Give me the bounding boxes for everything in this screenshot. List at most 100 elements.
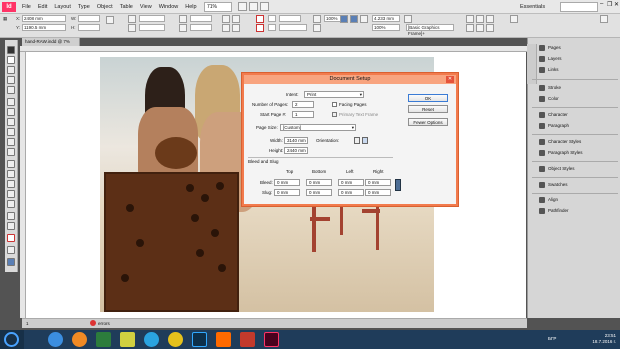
reset-button[interactable]: Reset: [408, 105, 448, 113]
formatting-icon[interactable]: [7, 246, 15, 254]
select-container-icon[interactable]: [222, 24, 230, 32]
line-tool-icon[interactable]: [7, 108, 15, 116]
text-wrap-icon[interactable]: [340, 15, 348, 23]
facing-pages-checkbox[interactable]: [332, 102, 337, 107]
bleed-right-field[interactable]: 0 mm: [365, 179, 391, 186]
free-transform-tool-icon[interactable]: [7, 170, 15, 178]
screen-mode-icon[interactable]: [238, 2, 247, 11]
corner-percent-field[interactable]: 100%: [372, 24, 400, 31]
pdf-icon[interactable]: [240, 332, 255, 347]
fill-swatch-icon[interactable]: [256, 15, 264, 23]
rectangle-frame-tool-icon[interactable]: [7, 138, 15, 146]
panel-color[interactable]: Color: [539, 95, 619, 103]
restore-icon[interactable]: ❐: [607, 1, 612, 11]
y-field[interactable]: 1190.5 mm: [22, 24, 66, 31]
menu-type[interactable]: Type: [78, 0, 90, 14]
pencil-tool-icon[interactable]: [7, 128, 15, 136]
panel-object-styles[interactable]: Object Styles: [539, 165, 619, 173]
corner-shape-icon[interactable]: [404, 15, 412, 23]
ie-icon[interactable]: [48, 332, 63, 347]
panel-swatches[interactable]: Swatches: [539, 181, 619, 189]
w-field[interactable]: [78, 15, 100, 22]
scale-x-field[interactable]: [139, 15, 165, 22]
pen-tool-icon[interactable]: [7, 118, 15, 126]
excel-icon[interactable]: [96, 332, 111, 347]
shear-field[interactable]: [190, 24, 212, 31]
constrain-proportions-icon[interactable]: [106, 16, 114, 24]
fitting-frame-icon[interactable]: [476, 24, 484, 32]
screen-mode-tool-icon[interactable]: [7, 258, 15, 266]
zoom-tool-icon[interactable]: [7, 222, 15, 230]
bleed-bottom-field[interactable]: 0 mm: [306, 179, 332, 186]
stroke-dropdown[interactable]: [268, 24, 276, 31]
shear-icon[interactable]: [179, 24, 187, 32]
note-tool-icon[interactable]: [7, 190, 15, 198]
menu-view[interactable]: View: [140, 0, 152, 14]
menu-file[interactable]: File: [22, 0, 31, 14]
zoom-select[interactable]: 71%: [204, 2, 232, 12]
fitting-fit-icon[interactable]: [476, 15, 484, 23]
windows-logo-icon[interactable]: [4, 332, 19, 347]
hand-tool-icon[interactable]: [7, 212, 15, 220]
panel-pages[interactable]: Pages: [539, 44, 619, 52]
close-icon[interactable]: ✕: [614, 1, 619, 11]
flip-vertical-icon[interactable]: [232, 15, 240, 23]
height-field[interactable]: 2440 mm: [284, 147, 308, 154]
preflight-status[interactable]: errors: [98, 321, 110, 326]
bleed-left-field[interactable]: 0 mm: [338, 179, 364, 186]
scale-x-icon[interactable]: [128, 15, 136, 23]
page-number[interactable]: 1: [26, 321, 29, 326]
dialog-close-icon[interactable]: ✕: [446, 76, 454, 83]
file-explorer-icon[interactable]: [120, 332, 135, 347]
minimize-icon[interactable]: –: [600, 1, 605, 11]
fitting-proportion-icon[interactable]: [486, 24, 494, 32]
menu-edit[interactable]: Edit: [38, 0, 47, 14]
skype-icon[interactable]: [144, 332, 159, 347]
menu-window[interactable]: Window: [159, 0, 179, 14]
bleed-top-field[interactable]: 0 mm: [274, 179, 300, 186]
wrap-bounding-icon[interactable]: [350, 15, 358, 23]
pages-field[interactable]: 2: [292, 101, 314, 108]
portrait-icon[interactable]: [354, 137, 360, 144]
content-collector-icon[interactable]: [7, 86, 15, 94]
panel-align[interactable]: Align: [539, 196, 619, 204]
stroke-type-select[interactable]: [279, 24, 307, 31]
media-player-icon[interactable]: [216, 332, 231, 347]
stroke-swatch-icon[interactable]: [256, 24, 264, 32]
menu-help[interactable]: Help: [185, 0, 196, 14]
language-indicator[interactable]: БГР: [548, 336, 556, 341]
indesign-taskbar-icon[interactable]: [264, 332, 279, 347]
object-style-select[interactable]: [Basic Graphics Frame]+: [406, 24, 454, 36]
panel-paragraph-styles[interactable]: Paragraph Styles: [539, 149, 619, 157]
panel-paragraph[interactable]: Paragraph: [539, 122, 619, 130]
gap-tool-icon[interactable]: [7, 76, 15, 84]
panel-pathfinder[interactable]: Pathfinder: [539, 207, 619, 215]
fitting-center-icon[interactable]: [486, 15, 494, 23]
panel-stroke[interactable]: Stroke: [539, 84, 619, 92]
stroke-weight-field[interactable]: [279, 15, 301, 22]
flip-horizontal-icon[interactable]: [222, 15, 230, 23]
drop-shadow-icon[interactable]: [313, 24, 321, 32]
chain-link-icon[interactable]: [395, 179, 401, 191]
panel-links[interactable]: Links: [539, 66, 619, 74]
primary-text-frame-checkbox[interactable]: [332, 112, 337, 117]
selection-tool-icon[interactable]: [7, 46, 15, 54]
photoshop-icon[interactable]: [192, 332, 207, 347]
h-field[interactable]: [78, 24, 100, 31]
slug-top-field[interactable]: 0 mm: [274, 189, 300, 196]
preflight-error-icon[interactable]: [90, 320, 96, 326]
firefox-icon[interactable]: [72, 332, 87, 347]
gradient-tool-icon[interactable]: [7, 180, 15, 188]
eyedropper-tool-icon[interactable]: [7, 200, 15, 208]
slug-left-field[interactable]: 0 mm: [338, 189, 364, 196]
fill-stroke-icon[interactable]: [7, 234, 15, 242]
panel-menu-icon[interactable]: [600, 15, 608, 23]
reference-point-icon[interactable]: ▦: [3, 16, 7, 22]
scale-y-field[interactable]: [139, 24, 165, 31]
menu-table[interactable]: Table: [120, 0, 133, 14]
menu-object[interactable]: Object: [97, 0, 113, 14]
ok-button[interactable]: OK: [408, 94, 448, 102]
corner-size-field[interactable]: 4.233 mm: [372, 15, 400, 22]
fitting-fill-icon[interactable]: [466, 15, 474, 23]
start-page-field[interactable]: 1: [292, 111, 314, 118]
